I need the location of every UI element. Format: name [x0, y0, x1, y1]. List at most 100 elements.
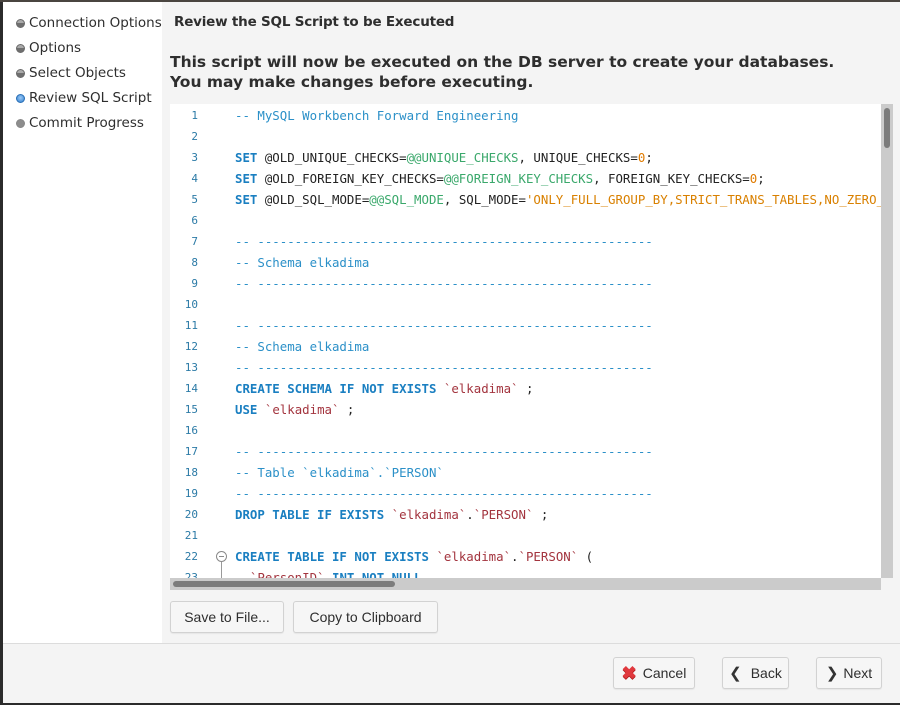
vertical-scrollbar-thumb[interactable] — [884, 108, 890, 148]
code-line[interactable]: 17 -- -----------------------------------… — [170, 441, 881, 462]
main-panel: Review the SQL Script to be Executed Thi… — [162, 2, 900, 643]
vertical-scrollbar[interactable] — [881, 104, 893, 578]
code-line[interactable]: 4 SET @OLD_FOREIGN_KEY_CHECKS=@@FOREIGN_K… — [170, 168, 881, 189]
code-line[interactable]: 11 -- -----------------------------------… — [170, 315, 881, 336]
line-number: 6 — [191, 214, 198, 227]
description: This script will now be executed on the … — [170, 52, 834, 92]
back-label: Back — [750, 665, 782, 681]
line-number: 9 — [191, 277, 198, 290]
line-number: 8 — [191, 256, 198, 269]
code-text: -- Schema elkadima — [235, 255, 370, 270]
code-text: CREATE TABLE IF NOT EXISTS `elkadima`.`P… — [235, 549, 594, 564]
code-text: SET @OLD_SQL_MODE=@@SQL_MODE, SQL_MODE='… — [235, 192, 881, 207]
line-number: 18 — [184, 466, 198, 479]
code-line[interactable]: 14 CREATE SCHEMA IF NOT EXISTS `elkadima`… — [170, 378, 881, 399]
line-number: 12 — [184, 340, 198, 353]
sidebar-item-select-objects[interactable]: Select Objects — [16, 63, 126, 83]
line-number: 21 — [184, 529, 198, 542]
line-number: 2 — [191, 130, 198, 143]
line-number: 1 — [191, 109, 198, 122]
fold-collapse-icon[interactable] — [216, 551, 227, 562]
horizontal-scrollbar-thumb[interactable] — [173, 581, 395, 587]
line-number: 4 — [191, 172, 198, 185]
sidebar-item-label: Review SQL Script — [29, 90, 152, 106]
code-text: -- -------------------------------------… — [235, 234, 653, 249]
line-number: 19 — [184, 487, 198, 500]
code-text: `PersonID` INT NOT NULL, — [249, 570, 429, 578]
code-line[interactable]: 21 — [170, 525, 881, 546]
code-line[interactable]: 10 — [170, 294, 881, 315]
footer-divider — [3, 643, 900, 644]
code-area[interactable]: 1 -- MySQL Workbench Forward Engineering 2… — [170, 104, 881, 578]
section-title: Review the SQL Script to be Executed — [174, 14, 455, 30]
scrollbar-corner — [881, 578, 893, 590]
code-text: -- MySQL Workbench Forward Engineering — [235, 108, 519, 123]
sidebar-item-review-sql-script[interactable]: Review SQL Script — [16, 88, 152, 108]
next-button[interactable]: ❯ Next — [816, 657, 882, 689]
line-number: 7 — [191, 235, 198, 248]
code-line[interactable]: 12 -- Schema elkadima — [170, 336, 881, 357]
code-text: -- Table `elkadima`.`PERSON` — [235, 465, 444, 480]
sidebar-item-label: Commit Progress — [29, 115, 144, 131]
code-line[interactable]: 1 -- MySQL Workbench Forward Engineering — [170, 105, 881, 126]
sidebar-item-connection-options[interactable]: Connection Options — [16, 13, 162, 33]
code-text: -- -------------------------------------… — [235, 360, 653, 375]
code-line[interactable]: 6 — [170, 210, 881, 231]
wizard-steps-sidebar: Connection Options Options Select Object… — [3, 2, 162, 643]
step-done-icon — [16, 68, 25, 78]
sidebar-item-label: Connection Options — [29, 15, 162, 31]
cancel-x-icon: ✖ — [621, 662, 637, 683]
horizontal-scrollbar[interactable] — [170, 578, 881, 590]
chevron-right-icon: ❯ — [825, 665, 839, 682]
code-line[interactable]: 9 -- ------------------------------------… — [170, 273, 881, 294]
save-to-file-button[interactable]: Save to File... — [170, 601, 284, 633]
line-number: 23 — [184, 571, 198, 578]
line-number: 20 — [184, 508, 198, 521]
code-line[interactable]: 16 — [170, 420, 881, 441]
line-number: 14 — [184, 382, 198, 395]
copy-to-clipboard-button[interactable]: Copy to Clipboard — [293, 601, 438, 633]
code-line[interactable]: 19 -- -----------------------------------… — [170, 483, 881, 504]
step-active-icon — [16, 93, 25, 103]
line-number: 13 — [184, 361, 198, 374]
code-text: -- -------------------------------------… — [235, 276, 653, 291]
description-line-1: This script will now be executed on the … — [170, 53, 835, 71]
code-line[interactable]: 15 USE `elkadima` ; — [170, 399, 881, 420]
code-line[interactable]: 7 -- ------------------------------------… — [170, 231, 881, 252]
code-text: -- -------------------------------------… — [235, 444, 653, 459]
code-line[interactable]: 18 -- Table `elkadima`.`PERSON` — [170, 462, 881, 483]
line-number: 10 — [184, 298, 198, 311]
code-text: SET @OLD_UNIQUE_CHECKS=@@UNIQUE_CHECKS, … — [235, 150, 653, 165]
code-line[interactable]: 22 CREATE TABLE IF NOT EXISTS `elkadima`.… — [170, 546, 881, 578]
line-number: 5 — [191, 193, 198, 206]
code-line[interactable]: 20 DROP TABLE IF EXISTS `elkadima`.`PERSO… — [170, 504, 881, 525]
sidebar-item-commit-progress[interactable]: Commit Progress — [16, 113, 144, 133]
sidebar-item-label: Select Objects — [29, 65, 126, 81]
code-line[interactable]: 3 SET @OLD_UNIQUE_CHECKS=@@UNIQUE_CHECKS,… — [170, 147, 881, 168]
step-done-icon — [16, 43, 25, 53]
code-line[interactable]: 8 -- Schema elkadima — [170, 252, 881, 273]
cancel-label: Cancel — [642, 665, 687, 681]
code-text: SET @OLD_FOREIGN_KEY_CHECKS=@@FOREIGN_KE… — [235, 171, 765, 186]
code-line[interactable]: 23 `PersonID` INT NOT NULL, — [170, 567, 881, 578]
code-text: DROP TABLE IF EXISTS `elkadima`.`PERSON`… — [235, 507, 549, 522]
sidebar-item-options[interactable]: Options — [16, 38, 81, 58]
sql-script-editor[interactable]: 1 -- MySQL Workbench Forward Engineering 2… — [170, 104, 893, 590]
line-number: 15 — [184, 403, 198, 416]
code-text: CREATE SCHEMA IF NOT EXISTS `elkadima` ; — [235, 381, 534, 396]
cancel-button[interactable]: ✖ Cancel — [613, 657, 695, 689]
step-done-icon — [16, 18, 25, 28]
code-text: -- -------------------------------------… — [235, 486, 653, 501]
code-text: -- -------------------------------------… — [235, 318, 653, 333]
line-number: 3 — [191, 151, 198, 164]
back-button[interactable]: ❮ Back — [722, 657, 789, 689]
code-line[interactable]: 5 SET @OLD_SQL_MODE=@@SQL_MODE, SQL_MODE=… — [170, 189, 881, 210]
chevron-left-icon: ❮ — [729, 665, 742, 682]
code-line[interactable]: 13 -- -----------------------------------… — [170, 357, 881, 378]
sidebar-item-label: Options — [29, 40, 82, 56]
code-text: USE `elkadima` ; — [235, 402, 355, 417]
description-line-2: You may make changes before executing. — [170, 73, 534, 91]
code-line[interactable]: 2 — [170, 126, 881, 147]
step-pending-icon — [16, 118, 25, 128]
line-number: 17 — [184, 445, 198, 458]
